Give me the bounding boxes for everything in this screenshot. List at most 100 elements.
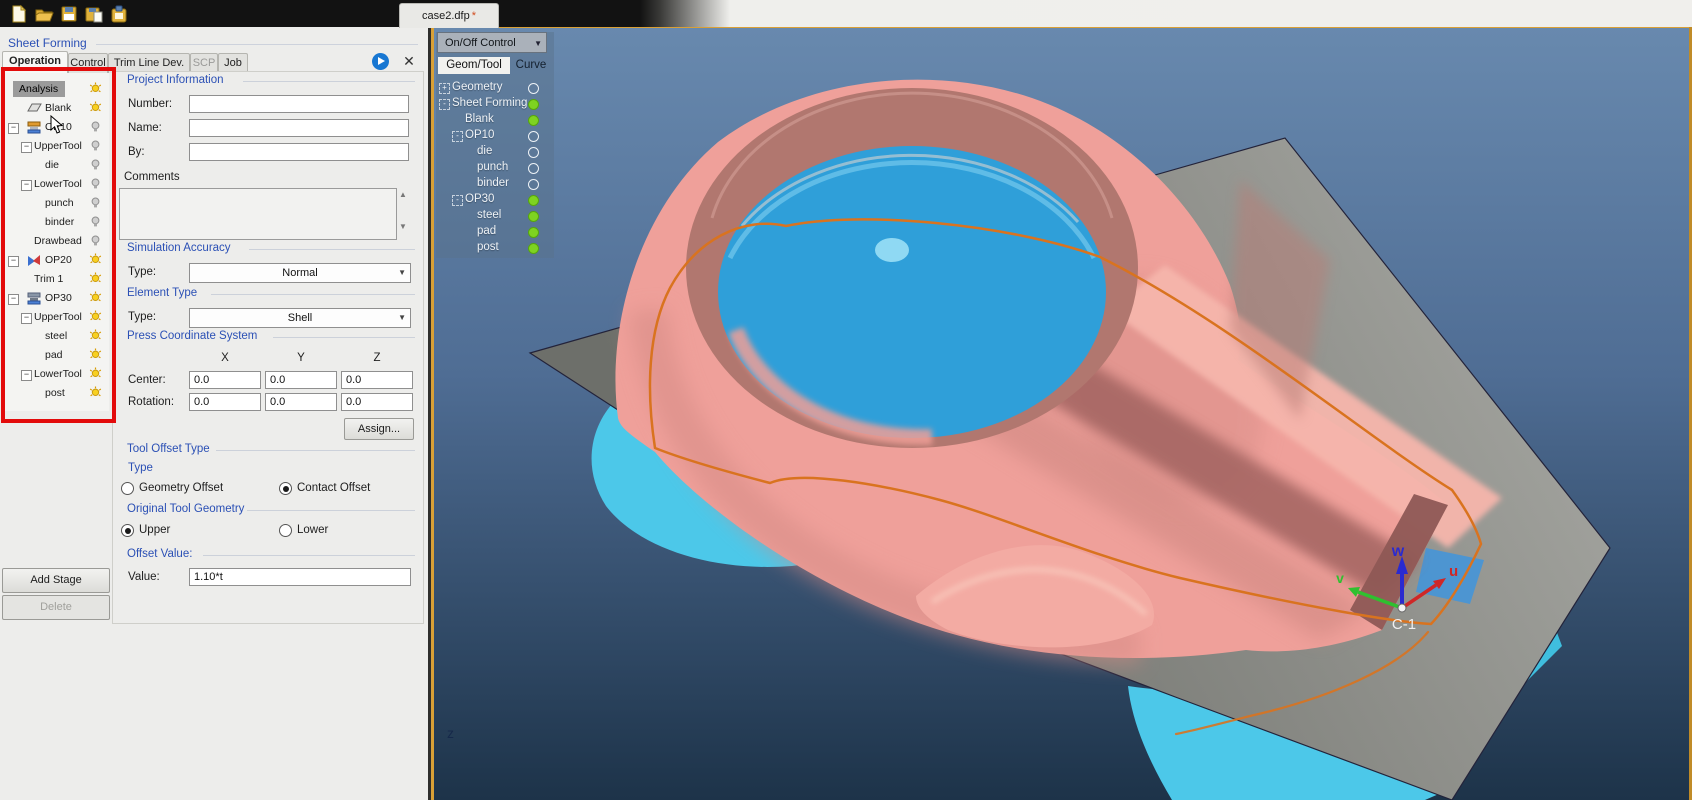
visibility-bulb-icon-on[interactable] [89,386,102,399]
state-circle-off[interactable] [528,179,539,190]
add-stage-button[interactable]: Add Stage [2,568,110,593]
expand-icon[interactable]: + [439,83,450,94]
visibility-bulb-icon-on[interactable] [89,82,102,95]
rotation-y-field[interactable] [265,393,337,411]
onoff-item-op10[interactable]: - OP10 [436,128,552,144]
state-circle-off[interactable] [528,163,539,174]
tree-item-steel[interactable]: steel [5,327,109,346]
collapse-icon[interactable]: − [21,370,32,381]
tab-scp[interactable]: SCP [190,53,218,73]
tree-item-uppertool[interactable]: − UpperTool [5,308,109,327]
visibility-bulb-icon-off[interactable] [89,234,102,247]
onoff-item-sheet-forming[interactable]: - Sheet Forming [436,96,552,112]
visibility-bulb-icon-on[interactable] [89,348,102,361]
contact-offset-radio[interactable] [279,482,292,495]
tab-trim-line-dev-[interactable]: Trim Line Dev. [108,53,190,73]
visibility-bulb-icon-off[interactable] [89,158,102,171]
state-circle-on[interactable] [528,211,539,222]
by-field[interactable] [189,143,409,161]
lower-radio[interactable] [279,524,292,537]
state-circle-on[interactable] [528,99,539,110]
visibility-bulb-icon-off[interactable] [89,177,102,190]
collapse-icon[interactable]: - [452,131,463,142]
state-circle-on[interactable] [528,115,539,126]
collapse-icon[interactable]: - [439,99,450,110]
collapse-icon[interactable]: − [21,142,32,153]
viewport-3d[interactable]: w u v C-1 z [428,25,1692,800]
tree-item-analysis[interactable]: Analysis [5,80,109,99]
state-circle-off[interactable] [528,83,539,94]
tab-geom-tool[interactable]: Geom/Tool [438,57,510,74]
comments-field[interactable] [119,188,397,240]
close-icon[interactable]: ✕ [401,53,417,69]
open-file-icon[interactable] [34,4,54,24]
state-circle-on[interactable] [528,227,539,238]
visibility-bulb-icon-on[interactable] [89,329,102,342]
collapse-icon[interactable]: − [21,313,32,324]
onoff-item-op30[interactable]: - OP30 [436,192,552,208]
tree-item-binder[interactable]: binder [5,213,109,232]
onoff-item-punch[interactable]: punch [436,160,552,176]
visibility-bulb-icon-on[interactable] [89,101,102,114]
tab-control[interactable]: Control [68,53,108,73]
onoff-item-binder[interactable]: binder [436,176,552,192]
onoff-item-die[interactable]: die [436,144,552,160]
visibility-bulb-icon-on[interactable] [89,272,102,285]
delete-button[interactable]: Delete [2,595,110,620]
collapse-icon[interactable]: − [8,294,19,305]
tree-item-trim-1[interactable]: Trim 1 [5,270,109,289]
element-type-dropdown[interactable]: Shell ▼ [189,308,411,328]
upper-radio[interactable] [121,524,134,537]
run-button[interactable] [372,53,389,70]
visibility-bulb-icon-on[interactable] [89,253,102,266]
tree-item-lowertool[interactable]: − LowerTool [5,365,109,384]
visibility-bulb-icon-on[interactable] [89,367,102,380]
new-file-icon[interactable] [9,4,29,24]
onoff-item-geometry[interactable]: + Geometry [436,80,552,96]
simulation-accuracy-dropdown[interactable]: Normal ▼ [189,263,411,283]
scroll-down-icon[interactable]: ▼ [399,222,407,231]
geometry-offset-radio[interactable] [121,482,134,495]
save-file-icon[interactable] [59,4,79,24]
tree-item-pad[interactable]: pad [5,346,109,365]
tree-item-post[interactable]: post [5,384,109,403]
state-circle-off[interactable] [528,131,539,142]
collapse-icon[interactable]: − [8,123,19,134]
rotation-z-field[interactable] [341,393,413,411]
visibility-bulb-icon-off[interactable] [89,196,102,209]
onoff-item-blank[interactable]: Blank [436,112,552,128]
onoff-item-post[interactable]: post [436,240,552,256]
tree-item-op20[interactable]: − OP20 [5,251,109,270]
center-z-field[interactable] [341,371,413,389]
tree-item-uppertool[interactable]: − UpperTool [5,137,109,156]
scroll-up-icon[interactable]: ▲ [399,190,407,199]
tab-curve[interactable]: Curve [510,57,552,74]
rotation-x-field[interactable] [189,393,261,411]
state-circle-on[interactable] [528,195,539,206]
onoff-item-pad[interactable]: pad [436,224,552,240]
tree-item-op10[interactable]: − OP10 [5,118,109,137]
tree-item-punch[interactable]: punch [5,194,109,213]
visibility-bulb-icon-off[interactable] [89,139,102,152]
center-y-field[interactable] [265,371,337,389]
number-field[interactable] [189,95,409,113]
tab-operation[interactable]: Operation [2,51,68,73]
collapse-icon[interactable]: − [8,256,19,267]
onoff-item-steel[interactable]: steel [436,208,552,224]
visibility-bulb-icon-on[interactable] [89,291,102,304]
tree-item-op30[interactable]: − OP30 [5,289,109,308]
state-circle-off[interactable] [528,147,539,158]
tree-item-blank[interactable]: Blank [5,99,109,118]
state-circle-on[interactable] [528,243,539,254]
assign-button[interactable]: Assign... [344,418,414,440]
offset-value-field[interactable] [189,568,411,586]
document-tab[interactable]: case2.dfp * [399,3,499,28]
onoff-control-dropdown[interactable]: On/Off Control ▼ [437,32,547,53]
name-field[interactable] [189,119,409,137]
import-project-icon[interactable] [109,4,129,24]
visibility-bulb-icon-off[interactable] [89,215,102,228]
tab-job[interactable]: Job [218,53,248,73]
visibility-bulb-icon-off[interactable] [89,120,102,133]
tree-item-drawbead[interactable]: Drawbead [5,232,109,251]
center-x-field[interactable] [189,371,261,389]
